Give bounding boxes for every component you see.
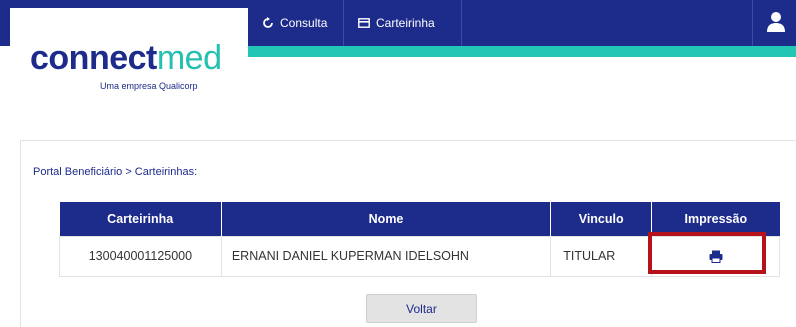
table-row: 130040001125000 ERNANI DANIEL KUPERMAN I… (59, 235, 780, 277)
cell-carteirinha: 130040001125000 (59, 235, 222, 277)
header-carteirinha: Carteirinha (59, 202, 222, 236)
nav-carteirinha[interactable]: Carteirinha (344, 0, 462, 46)
breadcrumb: Portal Beneficiário > Carteirinhas: (33, 166, 198, 178)
logo-subtitle: Uma empresa Qualicorp (100, 81, 198, 91)
logo[interactable]: connectmed Uma empresa Qualicorp (10, 8, 248, 118)
navbar-accent-strip (248, 46, 796, 57)
user-icon[interactable] (766, 10, 786, 34)
card-icon (358, 17, 370, 29)
nav-carteirinha-label: Carteirinha (376, 16, 435, 30)
print-icon[interactable] (709, 250, 723, 264)
header-impressao: Impressão (651, 202, 780, 236)
nav-divider (752, 0, 753, 46)
logo-wordmark: connectmed (30, 39, 222, 77)
nav-consulta-label: Consulta (280, 16, 328, 30)
nav-consulta[interactable]: Consulta (248, 0, 344, 46)
table-header-row: Carteirinha Nome Vinculo Impressão (59, 202, 780, 236)
carteirinhas-table: Carteirinha Nome Vinculo Impressão 13004… (59, 202, 780, 277)
cell-nome: ERNANI DANIEL KUPERMAN IDELSOHN (220, 235, 552, 277)
header-vinculo: Vinculo (550, 202, 653, 236)
voltar-button[interactable]: Voltar (366, 294, 477, 323)
refresh-icon (262, 17, 274, 29)
cell-impressao (651, 235, 780, 277)
cell-vinculo: TITULAR (550, 235, 653, 277)
header-nome: Nome (221, 202, 552, 236)
